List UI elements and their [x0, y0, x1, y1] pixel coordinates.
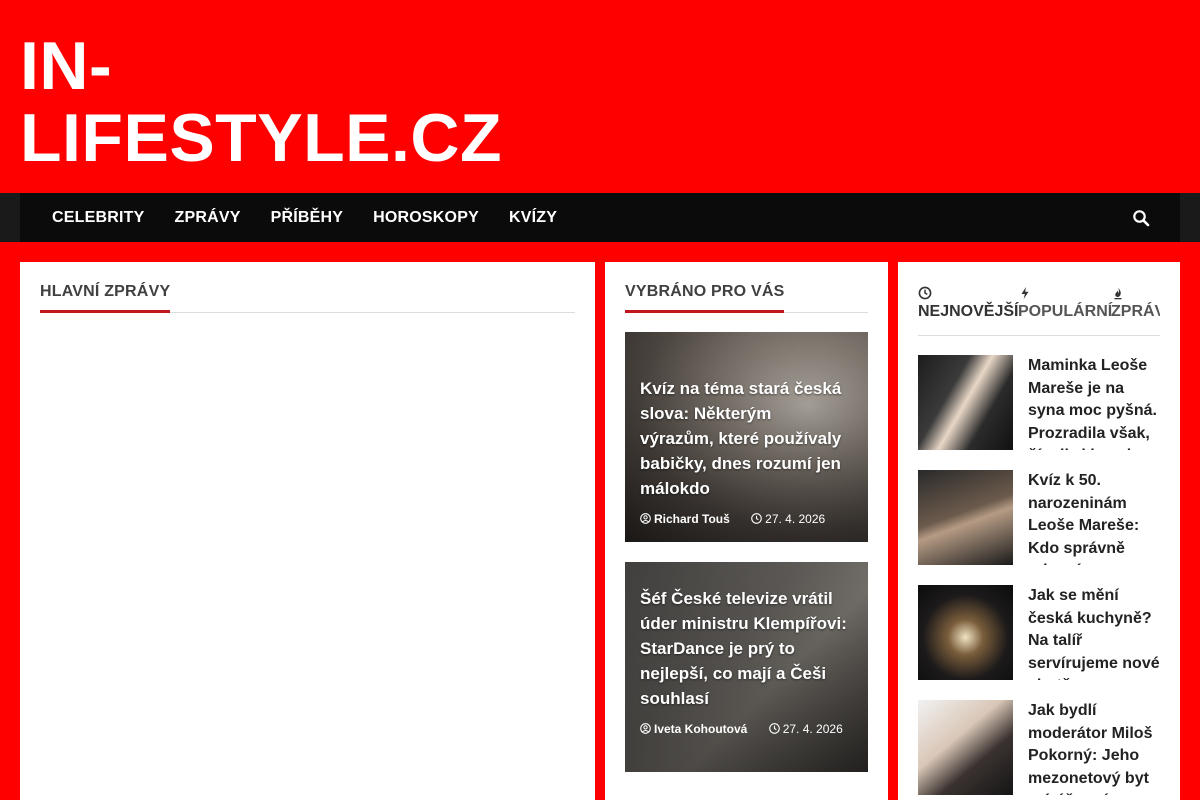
search-icon[interactable] — [1132, 209, 1150, 227]
card-meta: Iveta Kohoutová 27. 4. 2026 — [640, 719, 848, 739]
featured-card[interactable]: Šéf České televize vrátil úder ministru … — [625, 562, 868, 772]
nav-item-kvizy[interactable]: KVÍZY — [509, 209, 557, 227]
tabs-panel: NEJNOVĚJŠÍ POPULÁRNÍ ZPRÁVY Maminka Leoš… — [898, 262, 1180, 800]
thumbnail-image[interactable] — [918, 470, 1013, 565]
user-icon — [640, 723, 651, 734]
clock-icon — [768, 723, 780, 734]
nav-item-zpravy[interactable]: ZPRÁVY — [174, 209, 240, 227]
list-item[interactable]: Jak se mění česká kuchyně? Na talíř serv… — [918, 585, 1160, 680]
section-title-main-news: HLAVNÍ ZPRÁVY — [40, 282, 171, 313]
fire-icon — [1114, 287, 1122, 300]
picks-panel: VYBRÁNO PRO VÁS Kvíz na téma stará česká… — [605, 262, 888, 800]
featured-card[interactable]: Kvíz na téma stará česká slova: Některým… — [625, 332, 868, 542]
tab-popular[interactable]: POPULÁRNÍ — [1018, 284, 1112, 322]
list-item[interactable]: Maminka Leoše Mareše je na syna moc pyšn… — [918, 355, 1160, 450]
tab-news[interactable]: ZPRÁVY — [1111, 284, 1160, 322]
card-title[interactable]: Šéf České televize vrátil úder ministru … — [640, 586, 848, 711]
clock-icon — [751, 513, 762, 524]
card-meta: Richard Touš 27. 4. 2026 — [640, 509, 848, 529]
nav-item-pribehy[interactable]: PŘÍBĚHY — [271, 209, 344, 227]
bolt-icon — [1021, 287, 1029, 299]
tabs-header: NEJNOVĚJŠÍ POPULÁRNÍ ZPRÁVY — [918, 284, 1160, 336]
thumbnail-image[interactable] — [918, 355, 1013, 450]
tab-newest[interactable]: NEJNOVĚJŠÍ — [918, 284, 1018, 322]
tab-label: POPULÁRNÍ — [1018, 303, 1113, 320]
nav-edge — [1180, 193, 1200, 242]
tab-label: NEJNOVĚJŠÍ — [918, 303, 1019, 320]
list-item-title[interactable]: Jak bydlí moderátor Miloš Pokorný: Jeho … — [1028, 700, 1160, 795]
list-item-title[interactable]: Kvíz k 50. narozeninám Leoše Mareše: Kdo… — [1028, 470, 1160, 565]
nav-item-horoskopy[interactable]: HOROSKOPY — [373, 209, 479, 227]
nav-edge — [0, 193, 20, 242]
main-news-panel: HLAVNÍ ZPRÁVY — [20, 262, 595, 800]
clock-icon — [918, 286, 932, 300]
thumbnail-image[interactable] — [918, 585, 1013, 680]
section-header: HLAVNÍ ZPRÁVY — [40, 282, 575, 313]
list-item[interactable]: Kvíz k 50. narozeninám Leoše Mareše: Kdo… — [918, 470, 1160, 565]
thumbnail-image[interactable] — [918, 700, 1013, 795]
nav-item-celebrity[interactable]: CELEBRITY — [52, 209, 144, 227]
section-header: VYBRÁNO PRO VÁS — [625, 282, 868, 313]
card-date: 27. 4. 2026 — [765, 512, 826, 526]
tab-label: ZPRÁVY — [1111, 303, 1160, 320]
section-title-picks: VYBRÁNO PRO VÁS — [625, 282, 785, 313]
list-item[interactable]: Jak bydlí moderátor Miloš Pokorný: Jeho … — [918, 700, 1160, 795]
card-date: 27. 4. 2026 — [782, 722, 843, 736]
card-author[interactable]: Richard Touš — [654, 512, 730, 526]
card-title[interactable]: Kvíz na téma stará česká slova: Některým… — [640, 376, 848, 501]
card-author[interactable]: Iveta Kohoutová — [654, 722, 747, 736]
main-navigation: CELEBRITY ZPRÁVY PŘÍBĚHY HOROSKOPY KVÍZY — [20, 193, 1180, 242]
site-title[interactable]: IN-LIFESTYLE.CZ — [20, 30, 540, 174]
user-icon — [640, 513, 651, 524]
list-item-title[interactable]: Maminka Leoše Mareše je na syna moc pyšn… — [1028, 355, 1160, 450]
list-item-title[interactable]: Jak se mění česká kuchyně? Na talíř serv… — [1028, 585, 1160, 680]
